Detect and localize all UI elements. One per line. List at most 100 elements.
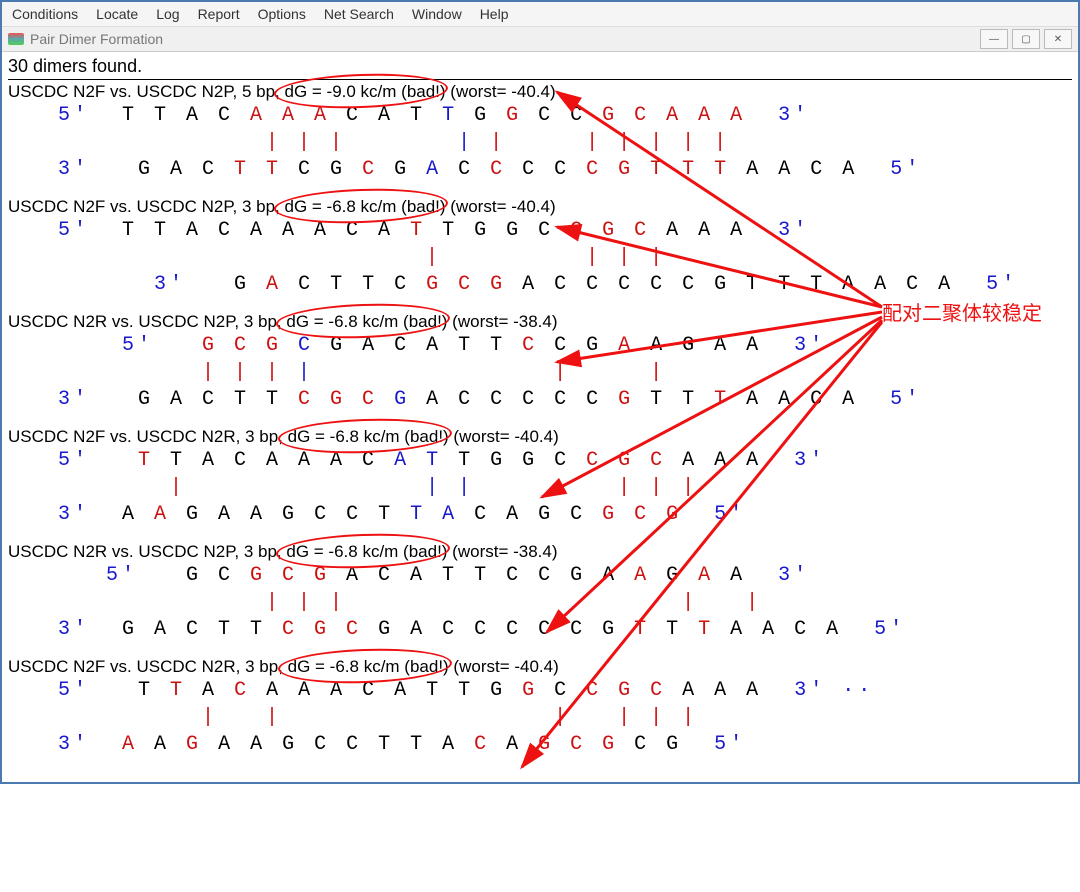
seq-bonds: | | | | [8, 244, 1072, 271]
seq-segment: G [378, 158, 410, 181]
seq-segment: C [522, 334, 538, 357]
close-button[interactable]: ✕ [1044, 29, 1072, 49]
seq-segment: T [650, 618, 698, 641]
seq-segment: T T [234, 158, 282, 181]
menu-report[interactable]: Report [198, 6, 240, 22]
seq-segment: A C C C C C G T T T A A C A [506, 273, 954, 296]
dimer-header-pre: USCDC N2R vs. USCDC N2P, 3 bp, [8, 542, 286, 561]
seq-top: 5' G C G C G A C A T T C C G A A G A A 3… [8, 332, 1072, 359]
minimize-button[interactable]: — [980, 29, 1008, 49]
seq-segment: A C A T T C C G A [330, 564, 634, 587]
seq-segment: A A G C C T T A [202, 733, 474, 756]
seq-segment: A [618, 334, 634, 357]
seq-segment: | [122, 476, 426, 499]
seq-segment: 3' [762, 334, 826, 357]
dimer-header-pre: USCDC N2F vs. USCDC N2R, 3 bp, [8, 657, 288, 676]
dimer-header-pre: USCDC N2F vs. USCDC N2P, 5 bp, [8, 82, 284, 101]
seq-segment: 5' [682, 733, 746, 756]
dimer-header-post: (bad!) (worst= -40.4) [400, 427, 559, 446]
seq-segment: 5' [682, 503, 746, 526]
seq-lead-3prime: 3' [58, 618, 122, 641]
seq-segment: T [698, 618, 714, 641]
seq-segment: T [138, 449, 154, 472]
seq-segment: T [170, 679, 186, 702]
seq-segment: A A A [666, 679, 762, 702]
menu-conditions[interactable]: Conditions [12, 6, 78, 22]
seq-lead-3prime: 3' [58, 503, 122, 526]
seq-segment: A A C A [714, 618, 842, 641]
menu-help[interactable]: Help [480, 6, 509, 22]
seq-segment: | | | [474, 476, 698, 499]
seq-bonds: | | | | | | [8, 474, 1072, 501]
seq-bonds: | | | | | | [8, 704, 1072, 731]
menu-window[interactable]: Window [412, 6, 462, 22]
seq-segment: G A C T T [138, 388, 298, 411]
seq-segment: G C G [538, 733, 618, 756]
seq-segment: G A A G C C T [170, 503, 410, 526]
seq-segment: 3' [746, 564, 810, 587]
seq-segment: A [266, 273, 282, 296]
seq-segment: G C G [602, 503, 682, 526]
dimer-dg-value: dG = -6.8 kc/m [286, 542, 398, 561]
dimer-header-pre: USCDC N2R vs. USCDC N2P, 3 bp, [8, 312, 286, 331]
dimer-block: USCDC N2F vs. USCDC N2R, 3 bp, dG = -6.8… [8, 427, 1072, 528]
seq-bonds: | | | | | | [8, 359, 1072, 386]
seq-segment: T [714, 388, 730, 411]
menu-net-search[interactable]: Net Search [324, 6, 394, 22]
dimer-header-pre: USCDC N2F vs. USCDC N2P, 3 bp, [8, 197, 284, 216]
seq-segment: A A C A [730, 158, 858, 181]
seq-top: 5' G C G C G A C A T T C C G A A G A A 3… [8, 562, 1072, 589]
seq-segment: A [186, 679, 234, 702]
seq-segment: G [522, 679, 538, 702]
seq-segment: G [618, 388, 634, 411]
seq-segment: G C G [202, 334, 282, 357]
seq-segment: A [138, 733, 186, 756]
seq-lead-5prime: 5' [58, 104, 122, 127]
seq-segment: G A C A T T [314, 334, 522, 357]
content-area: 30 dimers found. USCDC N2F vs. USCDC N2P… [2, 52, 1078, 782]
seq-segment: C G [282, 158, 346, 181]
seq-segment: | [458, 131, 474, 154]
seq-lead-5prime: 5' [58, 679, 138, 702]
seq-segment: 3' [746, 219, 810, 242]
seq-segment: C C [506, 158, 586, 181]
seq-segment: 3' [746, 104, 810, 127]
seq-bonds: | | | | | [8, 589, 1072, 616]
seq-segment: C G [618, 733, 682, 756]
menu-options[interactable]: Options [258, 6, 306, 22]
seq-segment: C [346, 158, 378, 181]
seq-segment: | | [426, 476, 474, 499]
dimer-block: USCDC N2F vs. USCDC N2P, 5 bp, dG = -9.0… [8, 82, 1072, 183]
seq-segment: 3' ·· [762, 679, 890, 702]
seq-segment: C A T [330, 104, 426, 127]
seq-segment: A [634, 564, 650, 587]
seq-segment: C C [522, 104, 602, 127]
seq-segment: 3' [762, 449, 826, 472]
seq-segment: | [282, 361, 314, 384]
menu-log[interactable]: Log [156, 6, 179, 22]
dimer-header-post: (bad!) (worst= -40.4) [396, 82, 555, 101]
seq-segment: C [234, 679, 250, 702]
dimer-dg-value: dG = -6.8 kc/m [288, 657, 400, 676]
seq-top: 5' T T A C A A A C A T T G G C C G C A A… [8, 447, 1072, 474]
seq-segment: T T A C A A A C A [122, 219, 410, 242]
seq-segment: C G C [586, 449, 666, 472]
dimer-header: USCDC N2R vs. USCDC N2P, 3 bp, dG = -6.8… [8, 312, 1072, 332]
seq-segment: 5' [954, 273, 1018, 296]
seq-segment: A G A A [634, 334, 762, 357]
seq-segment: G [186, 733, 202, 756]
seq-segment: A [154, 503, 170, 526]
dimer-dg-value: dG = -6.8 kc/m [284, 197, 396, 216]
menu-locate[interactable]: Locate [96, 6, 138, 22]
maximize-button[interactable]: ▢ [1012, 29, 1040, 49]
window-title: Pair Dimer Formation [30, 31, 163, 47]
seq-segment: T [410, 219, 426, 242]
seq-segment: T A C A A A C [154, 449, 394, 472]
seq-segment: C G [538, 334, 618, 357]
dimer-dg-value: dG = -9.0 kc/m [284, 82, 396, 101]
dimer-header: USCDC N2F vs. USCDC N2R, 3 bp, dG = -6.8… [8, 657, 1072, 677]
seq-segment: A [490, 733, 538, 756]
seq-segment: T A [410, 503, 458, 526]
seq-segment: C G C [586, 679, 666, 702]
seq-segment: T [138, 679, 170, 702]
